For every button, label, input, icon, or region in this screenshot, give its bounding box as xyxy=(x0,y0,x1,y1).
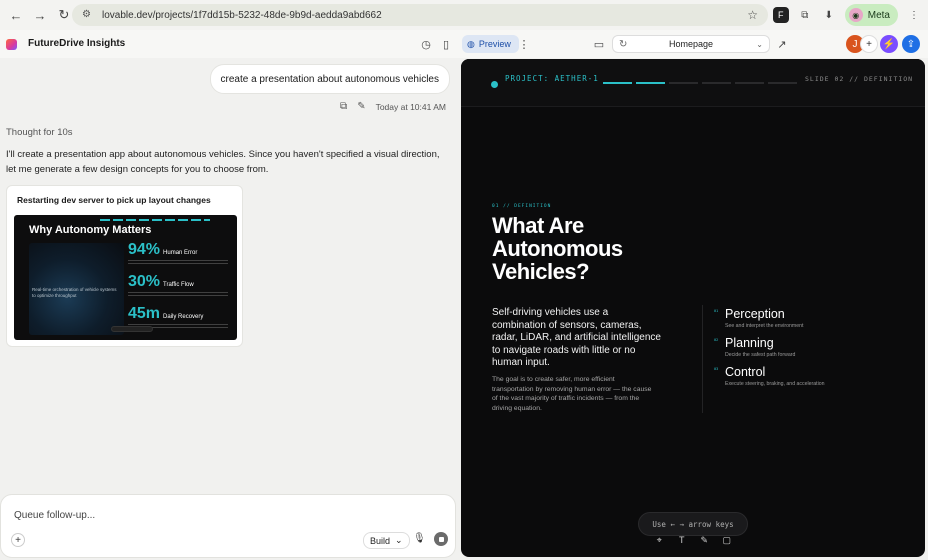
device-desktop-icon[interactable]: ▭ xyxy=(592,37,606,51)
status-dot xyxy=(491,81,498,88)
feature-desc: Execute steering, braking, and accelerat… xyxy=(725,381,825,387)
browser-menu-icon[interactable]: ⋮ xyxy=(906,7,922,23)
slide-thumbnail[interactable]: Why Autonomy Matters Real-time orchestra… xyxy=(14,215,237,340)
slide-progress xyxy=(603,82,797,84)
sidebar-toggle-icon[interactable]: ▯ xyxy=(439,37,453,51)
feature-number: 03 xyxy=(714,367,719,371)
thumb-stat-value: 30% xyxy=(128,273,161,290)
thumb-stat: 94% Human Error xyxy=(128,241,228,266)
slide-kicker: 01 // DEFINITION xyxy=(492,204,552,209)
forward-icon[interactable]: → xyxy=(30,5,50,25)
extensions-icon[interactable]: ⧉ xyxy=(797,7,813,23)
thumb-stat-value: 94% xyxy=(128,241,161,258)
project-name[interactable]: FutureDrive Insights xyxy=(28,38,125,49)
feature-desc: See and interpret the environment xyxy=(725,323,804,329)
slide-lead: Self-driving vehicles use a combination … xyxy=(492,307,661,368)
site-settings-icon[interactable]: ⚙ xyxy=(82,9,94,21)
progress-segment[interactable] xyxy=(702,82,731,84)
divider xyxy=(702,305,703,413)
chevron-down-icon[interactable]: ⌄ xyxy=(113,38,121,49)
thumb-stat: 30% Traffic Flow xyxy=(128,273,228,298)
feature-name: Control xyxy=(725,365,766,379)
pencil-icon[interactable]: ✎ xyxy=(698,534,710,546)
progress-segment[interactable] xyxy=(636,82,665,84)
upgrade-bolt-icon[interactable]: ⚡ xyxy=(880,35,898,53)
slide-body: The goal is to create safer, more effici… xyxy=(492,376,652,412)
thumb-stat-text xyxy=(128,292,228,298)
feature-name: Perception xyxy=(725,307,785,321)
attach-plus-icon[interactable]: + xyxy=(11,533,25,547)
browser-actions: F ⧉ ⬇ ◉ Meta ⋮ xyxy=(772,4,922,26)
reload-icon[interactable]: ↻ xyxy=(54,5,74,25)
preview-button[interactable]: ◍ Preview xyxy=(462,35,519,53)
user-message: create a presentation about autonomous v… xyxy=(209,64,450,94)
composer-input[interactable]: Queue follow-up... xyxy=(14,510,95,521)
select-element-icon[interactable]: ⌖ xyxy=(653,534,665,546)
mode-select[interactable]: Build ⌄ xyxy=(363,532,410,549)
stop-icon xyxy=(438,536,444,542)
download-icon[interactable]: ⬇ xyxy=(821,7,837,23)
more-options-icon[interactable]: ⋮ xyxy=(517,37,531,51)
thumb-progress xyxy=(100,219,210,221)
add-collaborator-icon[interactable]: + xyxy=(860,35,878,53)
thumb-stat-label: Daily Recovery xyxy=(163,314,204,320)
copy-icon[interactable]: ⧉ xyxy=(340,101,347,112)
preview-panel[interactable]: PROJECT: AETHER-1 SLIDE 02 // DEFINITION… xyxy=(461,59,925,557)
address-bar[interactable]: ⚙ lovable.dev/projects/1f7dd15b-5232-48d… xyxy=(72,4,768,26)
feature-number: 02 xyxy=(714,338,719,342)
open-external-icon[interactable]: ↗ xyxy=(775,37,789,51)
project-tag: PROJECT: AETHER-1 xyxy=(505,74,599,83)
progress-segment[interactable] xyxy=(669,82,698,84)
thumb-hint-pill xyxy=(111,326,153,332)
profile-button[interactable]: ◉ Meta xyxy=(844,4,898,26)
refresh-icon[interactable]: ↻ xyxy=(619,39,627,50)
publish-icon[interactable]: ⇪ xyxy=(902,35,920,53)
card-title: Restarting dev server to pick up layout … xyxy=(17,195,211,205)
thumb-title: Why Autonomy Matters xyxy=(29,224,152,236)
preview-label: Preview xyxy=(478,39,511,49)
progress-segment[interactable] xyxy=(735,82,764,84)
profile-label: Meta xyxy=(867,9,890,21)
history-icon[interactable]: ◷ xyxy=(419,37,433,51)
microphone-icon[interactable]: 🎙 xyxy=(413,533,426,544)
globe-icon: ◍ xyxy=(467,38,475,49)
message-timestamp: Today at 10:41 AM xyxy=(375,101,446,112)
chevron-down-icon: ⌄ xyxy=(756,39,763,49)
page-select-value: Homepage xyxy=(668,39,714,49)
lovable-logo-icon[interactable] xyxy=(6,39,17,50)
profile-avatar-icon: ◉ xyxy=(848,8,863,22)
chat-panel: create a presentation about autonomous v… xyxy=(0,58,460,560)
edit-icon[interactable]: ✎ xyxy=(357,101,365,112)
preview-tools: ⌖ T ✎ ▢ xyxy=(648,531,738,549)
page-select[interactable]: ↻ Homepage ⌄ xyxy=(612,35,770,53)
progress-segment[interactable] xyxy=(603,82,632,84)
message-meta: ⧉ ✎ Today at 10:41 AM xyxy=(340,101,446,112)
slide-tag: SLIDE 02 // DEFINITION xyxy=(805,75,914,83)
mode-label: Build xyxy=(370,535,391,546)
slide-title: What Are Autonomous Vehicles? xyxy=(492,213,623,284)
thumb-image-caption: Real-time orchestration of vehicle syste… xyxy=(32,287,117,298)
bookmark-star-icon[interactable]: ☆ xyxy=(747,8,758,22)
app-header: FutureDrive Insights ⌄ ◷ ▯ ◍ Preview ⋮ ▭… xyxy=(0,30,928,58)
progress-segment[interactable] xyxy=(768,82,797,84)
thumb-stat-text xyxy=(128,260,228,266)
stop-button[interactable] xyxy=(434,532,448,546)
back-icon[interactable]: ← xyxy=(6,5,26,25)
url-text: lovable.dev/projects/1f7dd15b-5232-48de-… xyxy=(102,9,382,21)
feature-name: Planning xyxy=(725,336,774,350)
feature-desc: Decide the safest path forward xyxy=(725,352,796,358)
figma-extension-icon[interactable]: F xyxy=(772,7,789,23)
comment-icon[interactable]: ▢ xyxy=(721,534,733,546)
thought-duration[interactable]: Thought for 10s xyxy=(6,127,73,138)
thumb-stat-label: Traffic Flow xyxy=(163,282,194,288)
text-tool-icon[interactable]: T xyxy=(676,534,688,546)
preview-card[interactable]: Restarting dev server to pick up layout … xyxy=(6,185,243,347)
thumb-stat-label: Human Error xyxy=(163,250,198,256)
chat-composer[interactable]: Queue follow-up... + Build ⌄ 🎙 xyxy=(0,494,456,558)
assistant-reply: I'll create a presentation app about aut… xyxy=(6,149,440,175)
feature-number: 01 xyxy=(714,309,719,313)
thumb-stat-value: 45m xyxy=(128,305,161,322)
slide-topbar: PROJECT: AETHER-1 SLIDE 02 // DEFINITION xyxy=(461,59,925,107)
chevron-down-icon: ⌄ xyxy=(395,535,403,545)
